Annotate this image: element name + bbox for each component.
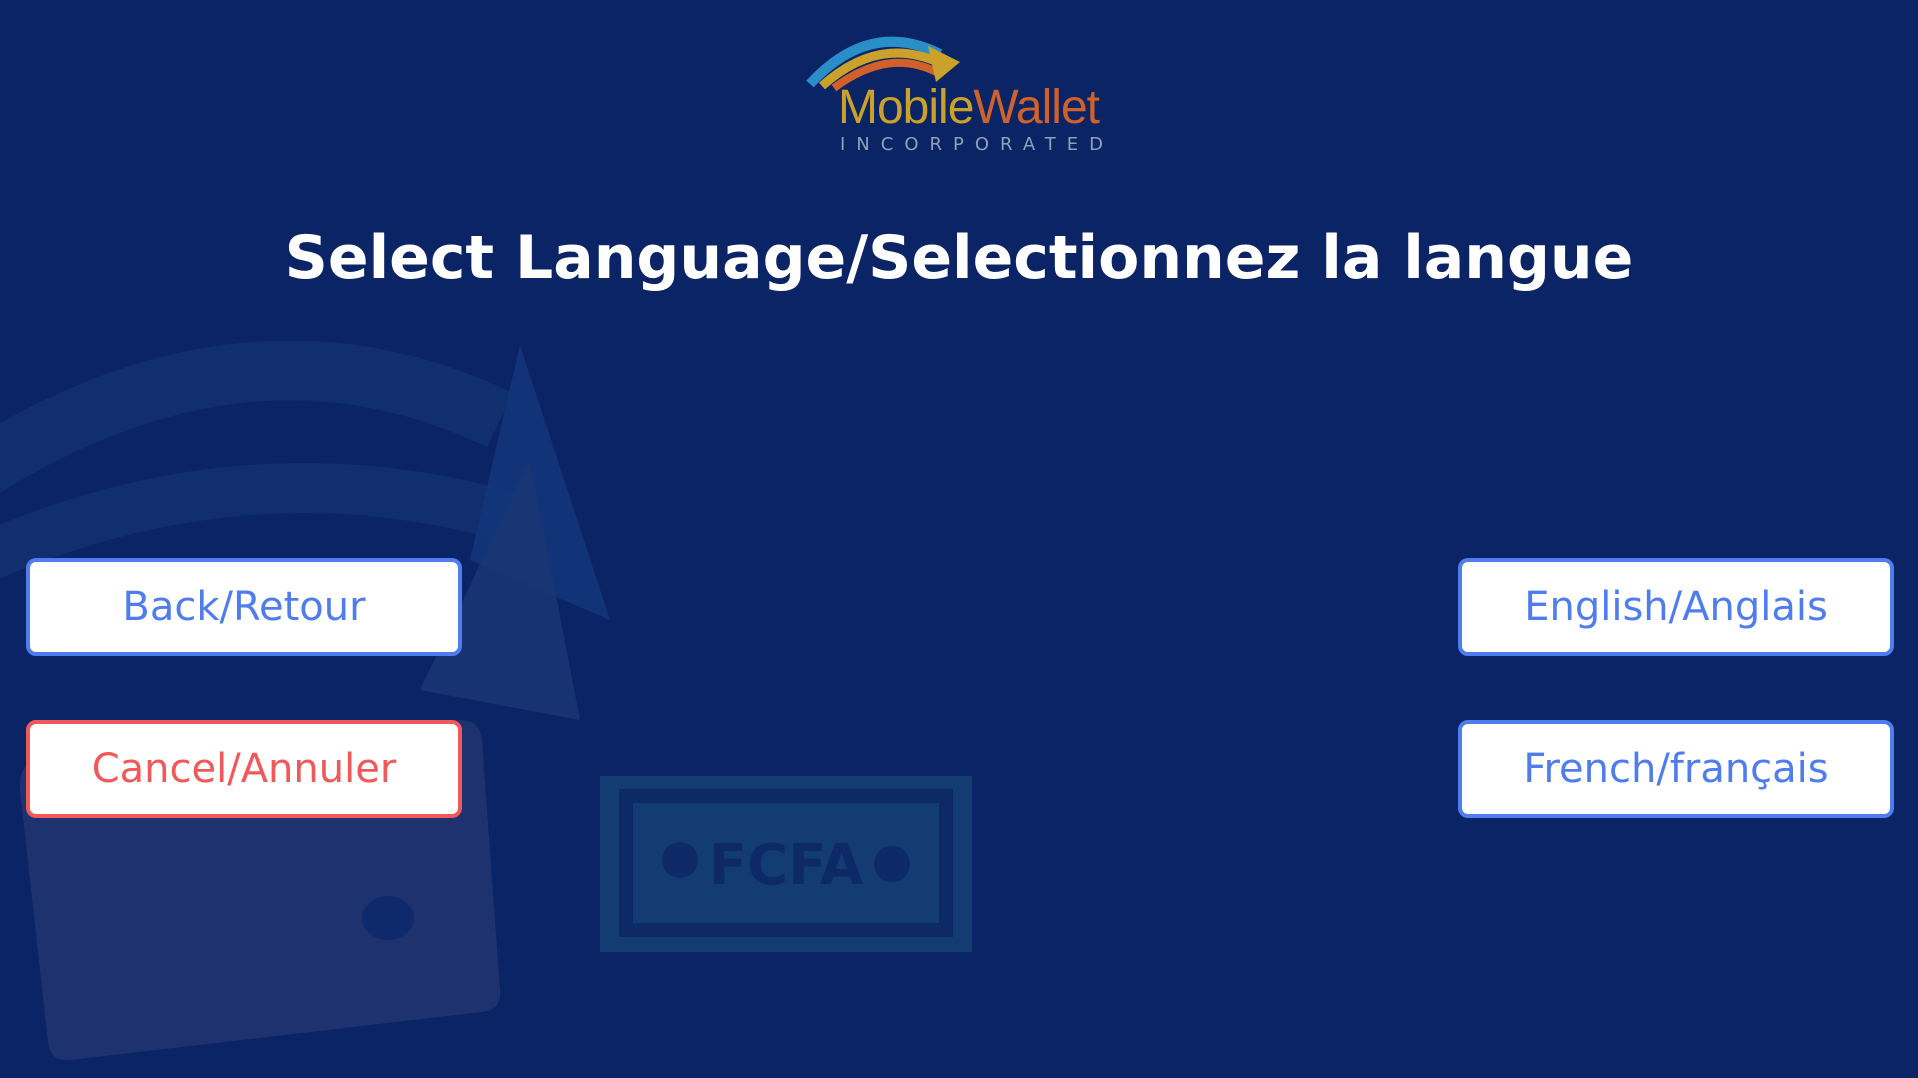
- page-title: Select Language/Selectionnez la langue: [284, 223, 1634, 293]
- logo-text-wallet: Wallet: [973, 81, 1100, 134]
- background-note-label: FCFA: [709, 833, 864, 898]
- french-language-button[interactable]: French/français: [1458, 720, 1894, 818]
- cancel-button-label: Cancel/Annuler: [91, 746, 397, 792]
- back-button-label: Back/Retour: [122, 584, 366, 630]
- cancel-button[interactable]: Cancel/Annuler: [26, 720, 462, 818]
- back-button[interactable]: Back/Retour: [26, 558, 462, 656]
- english-language-button[interactable]: English/Anglais: [1458, 558, 1894, 656]
- logo-text-mobile: Mobile: [838, 81, 974, 134]
- logo-subtext: INCORPORATED: [840, 134, 1114, 155]
- english-button-label: English/Anglais: [1524, 584, 1828, 630]
- background-arc-inner: [0, 463, 528, 579]
- background-arc-outer: [0, 340, 513, 493]
- wallet-clasp-icon: [362, 896, 414, 940]
- language-select-screen: FCFA MobileWallet INCORPORATED Select La…: [0, 0, 1918, 1078]
- french-button-label: French/français: [1523, 746, 1829, 792]
- mobilewallet-logo: MobileWallet INCORPORATED: [800, 24, 1120, 164]
- logo-wordmark: MobileWallet: [838, 81, 1100, 134]
